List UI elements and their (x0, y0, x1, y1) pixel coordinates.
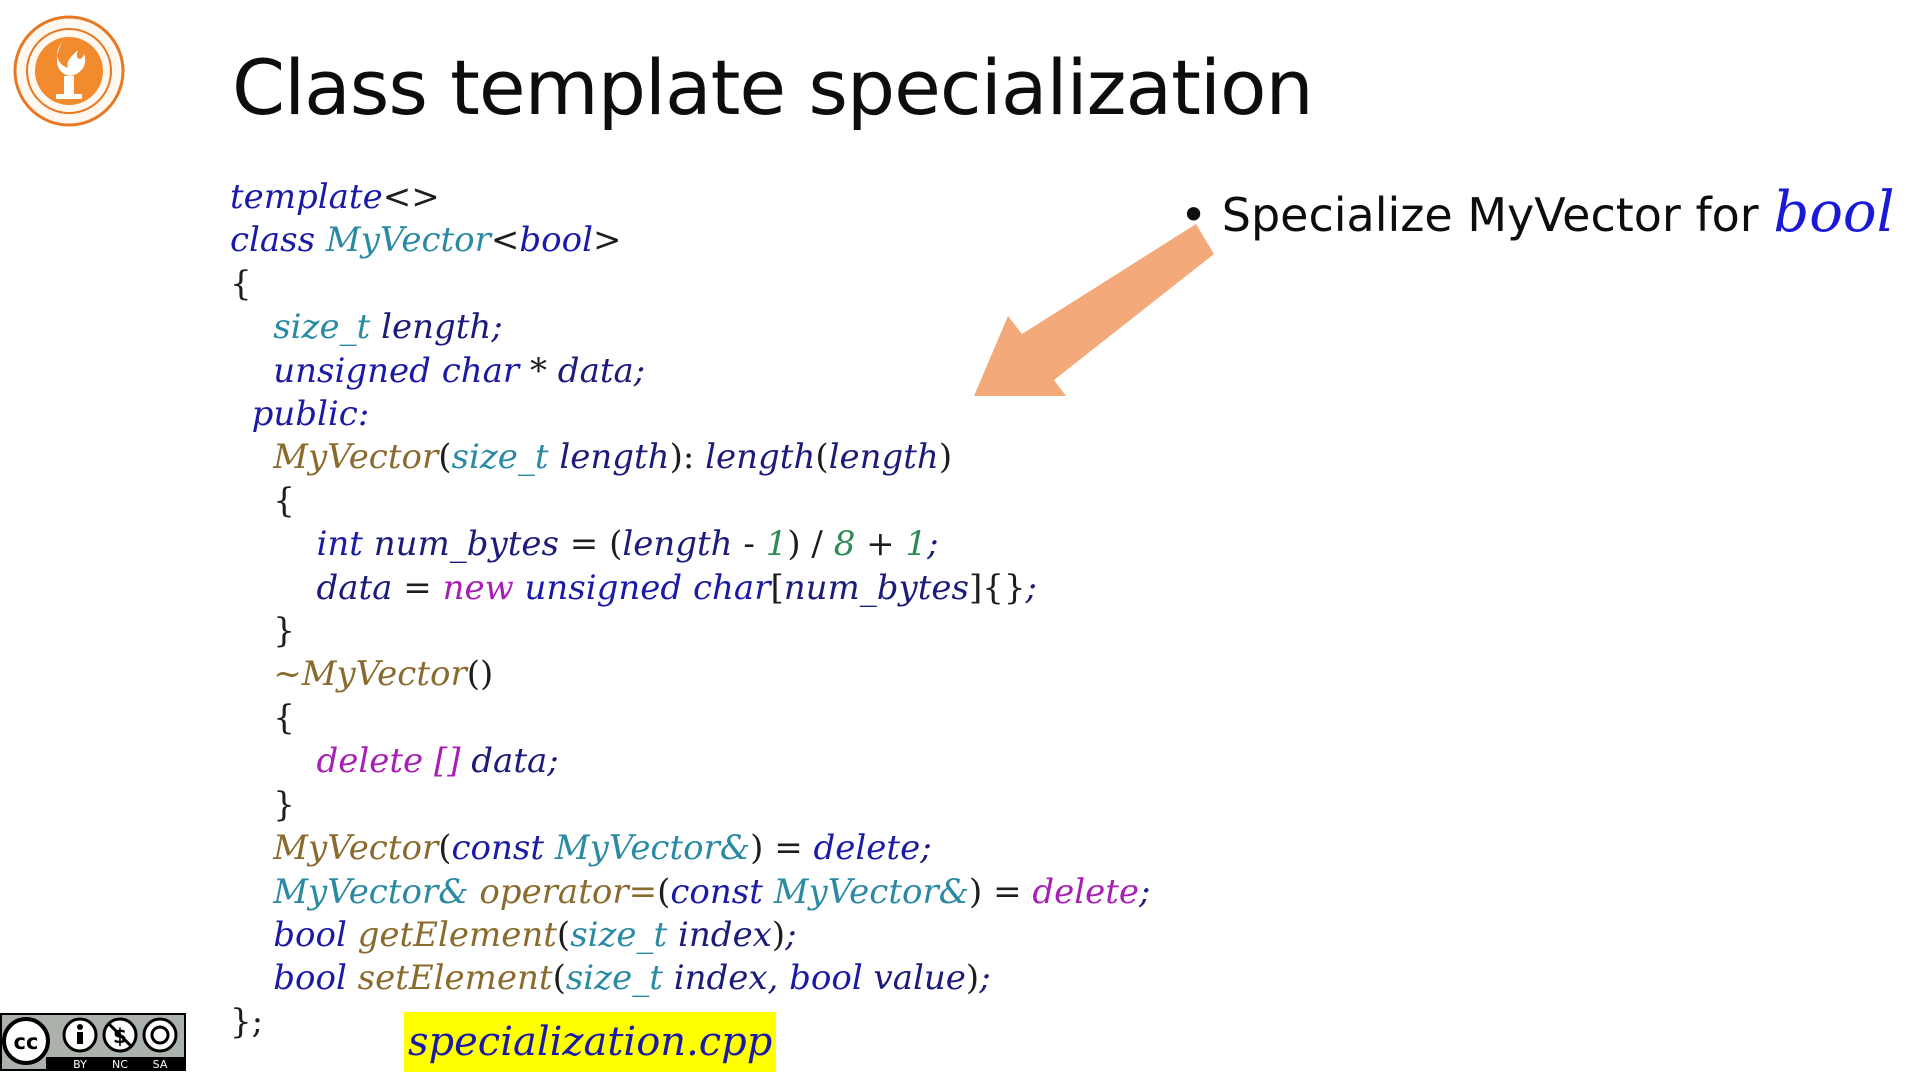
code-line: template<> (230, 177, 440, 217)
slide-title: Class template specialization (232, 43, 1314, 132)
pointer-arrow-icon (974, 224, 1214, 396)
creative-commons-by-nc-sa-icon: cc $ BY NC SA (0, 1013, 186, 1071)
bullet-emphasis: bool (1773, 180, 1895, 245)
code-line: class MyVector<bool> (230, 220, 622, 261)
code-token: bool (519, 220, 593, 261)
file-name-label: specialization.cpp (404, 1012, 777, 1072)
code-token: <> (382, 177, 440, 217)
code-line: { (230, 263, 252, 304)
code-token: template (230, 177, 383, 217)
code-token: class (230, 220, 316, 261)
bullet-text: Specialize MyVector for (1221, 188, 1774, 242)
university-seal-icon (13, 15, 125, 127)
license-label: SA (153, 1058, 168, 1071)
bullet-point: • Specialize MyVector for bool (1180, 180, 1895, 245)
license-label: BY (73, 1058, 87, 1071)
code-token: MyVector (325, 220, 491, 261)
license-label: NC (112, 1058, 128, 1071)
svg-text:cc: cc (14, 1030, 39, 1054)
